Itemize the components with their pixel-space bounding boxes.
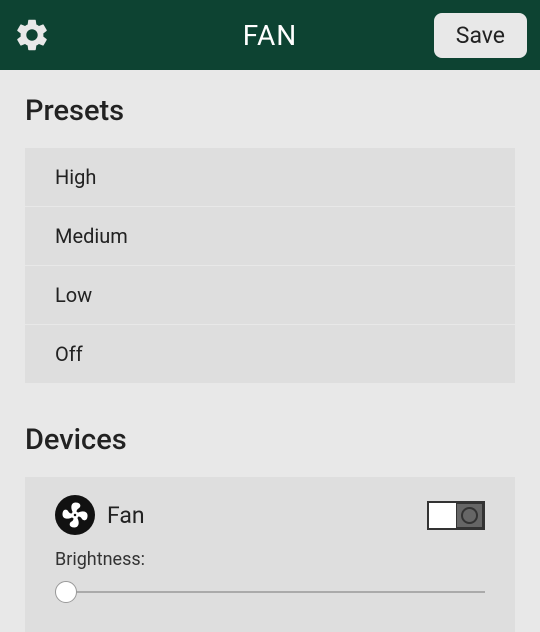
device-name: Fan	[107, 502, 145, 529]
preset-medium[interactable]: Medium	[25, 207, 515, 265]
brightness-label: Brightness:	[55, 549, 485, 570]
toggle-knob	[456, 503, 483, 528]
preset-list: High Medium Low Off	[25, 148, 515, 383]
brightness-slider[interactable]	[55, 580, 485, 604]
preset-off[interactable]: Off	[25, 325, 515, 383]
devices-section-title: Devices	[25, 423, 515, 457]
slider-track	[55, 591, 485, 593]
device-toggle[interactable]	[427, 501, 485, 530]
slider-thumb[interactable]	[55, 581, 77, 603]
preset-low[interactable]: Low	[25, 266, 515, 324]
header: FAN Save	[0, 0, 540, 70]
device-card: Fan Brightness:	[25, 477, 515, 632]
page-title: FAN	[243, 19, 297, 52]
content: Presets High Medium Low Off Devices Fan …	[0, 70, 540, 632]
fan-icon	[55, 495, 95, 535]
gear-icon[interactable]	[13, 16, 51, 54]
preset-high[interactable]: High	[25, 148, 515, 206]
save-button[interactable]: Save	[434, 13, 527, 58]
device-row: Fan	[55, 495, 485, 535]
presets-section-title: Presets	[25, 94, 515, 128]
